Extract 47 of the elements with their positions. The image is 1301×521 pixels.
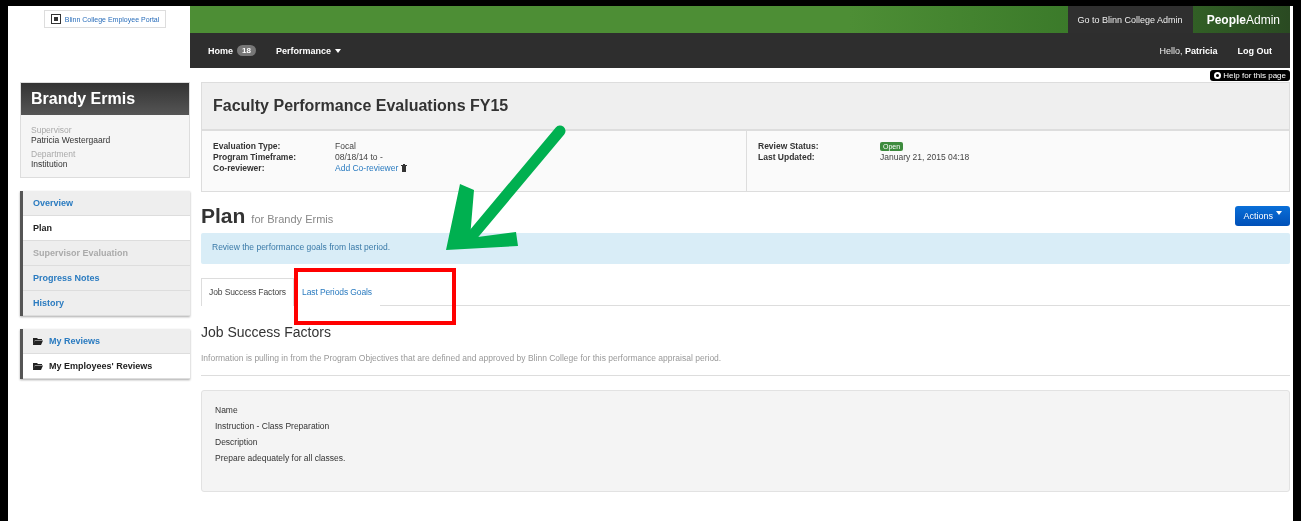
sidebar-item[interactable]: History bbox=[23, 291, 190, 316]
info-alert: Review the performance goals from last period. bbox=[201, 233, 1290, 264]
field-label: Name bbox=[215, 405, 239, 415]
detail-label: Program Timeframe: bbox=[213, 152, 297, 162]
field-value: Prepare adequately for all classes. bbox=[215, 453, 347, 463]
field-value: Instruction - Class Preparation bbox=[215, 421, 331, 431]
sidebar-item[interactable]: My Employees' Reviews bbox=[23, 354, 190, 379]
help-icon bbox=[1214, 71, 1222, 79]
nav-dropdown[interactable]: Performance bbox=[275, 45, 341, 56]
detail-value: 08/18/14 to - bbox=[335, 152, 384, 162]
section-description: Information is pulling in from the Program Objectives that are defined and approved by Blinn College for this performance appraisal period. bbox=[201, 353, 1290, 376]
greeting-text: Hello, Patricia bbox=[1159, 45, 1218, 56]
evaluation-title: Faculty Performance Evaluations FY15 bbox=[202, 83, 1289, 131]
folder-icon bbox=[33, 362, 43, 370]
add-coreviewer-link[interactable]: Add Co-reviewer bbox=[335, 163, 399, 173]
profile-value: Patricia Westergaard bbox=[31, 135, 112, 145]
logo-icon bbox=[50, 14, 61, 24]
sidebar-item[interactable]: Progress Notes bbox=[23, 266, 190, 291]
admin-link[interactable]: Go to Blinn College Admin bbox=[1067, 6, 1193, 33]
logout-link[interactable]: Log Out bbox=[1237, 45, 1272, 56]
page-subtitle: for Brandy Ermis bbox=[251, 213, 334, 225]
page-title: Plan bbox=[201, 204, 246, 228]
caret-icon bbox=[1276, 211, 1282, 215]
section-title: Job Success Factors bbox=[201, 324, 332, 340]
brand-logo: PeopleAdmin bbox=[1205, 11, 1281, 29]
nav-home-link[interactable]: Home 18 bbox=[208, 45, 256, 56]
caret-icon bbox=[334, 48, 341, 53]
sidebar-item[interactable]: Overview bbox=[23, 191, 190, 216]
field-label: Description bbox=[215, 437, 259, 447]
detail-label: Last Updated: bbox=[758, 152, 816, 162]
detail-label: Co-reviewer: bbox=[213, 163, 266, 173]
detail-value: January 21, 2015 04:18 bbox=[880, 152, 971, 162]
trash-icon[interactable] bbox=[401, 164, 408, 172]
detail-value: Focal bbox=[335, 141, 357, 151]
folder-icon bbox=[33, 337, 43, 345]
sidebar-item[interactable]: Plan bbox=[23, 216, 190, 241]
actions-button[interactable]: Actions bbox=[1235, 206, 1290, 226]
profile-label: Department bbox=[31, 149, 77, 159]
profile-name: Brandy Ermis bbox=[21, 83, 189, 115]
help-button[interactable]: Help for this page bbox=[1210, 69, 1290, 81]
sidebar-item[interactable]: My Reviews bbox=[23, 329, 190, 354]
detail-label: Evaluation Type: bbox=[213, 141, 282, 151]
profile-value: Institution bbox=[31, 159, 69, 169]
profile-label: Supervisor bbox=[31, 125, 73, 135]
tab[interactable]: Job Success Factors bbox=[201, 278, 294, 306]
count-badge: 18 bbox=[237, 45, 256, 56]
detail-label: Review Status: bbox=[758, 141, 820, 151]
